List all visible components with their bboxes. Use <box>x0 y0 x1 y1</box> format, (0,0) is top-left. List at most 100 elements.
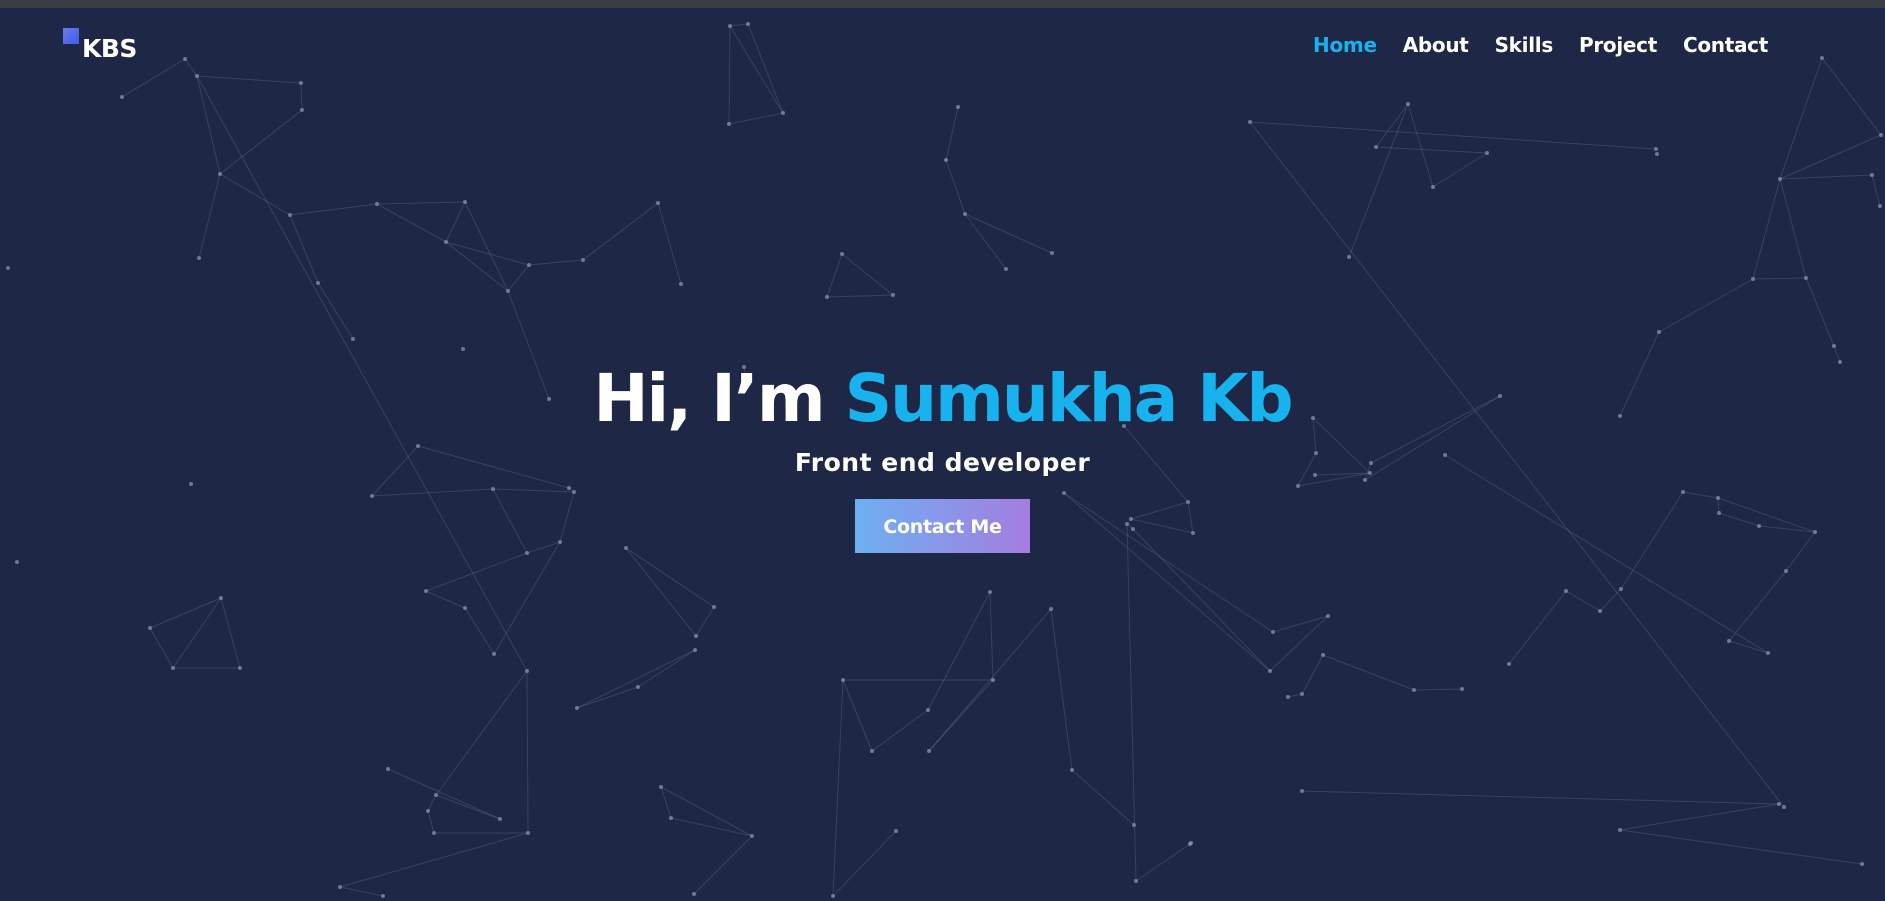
network-dot <box>991 678 995 682</box>
network-dot <box>963 212 967 216</box>
network-line <box>964 213 1007 270</box>
nav-link-project[interactable]: Project <box>1579 33 1657 57</box>
network-dot <box>1132 823 1136 827</box>
network-line <box>1301 790 1780 805</box>
network-dot <box>1804 276 1808 280</box>
network-dot <box>218 172 222 176</box>
network-dot <box>1049 607 1053 611</box>
network-dot <box>727 122 731 126</box>
network-line <box>300 82 303 111</box>
network-line <box>1833 345 1841 363</box>
network-line <box>582 202 659 261</box>
network-line <box>1322 654 1415 691</box>
hero-name: Sumukha Kb <box>844 360 1294 437</box>
nav-link-skills[interactable]: Skills <box>1495 33 1554 57</box>
network-dot <box>6 266 10 270</box>
network-line <box>445 201 466 243</box>
network-dot <box>870 749 874 753</box>
network-line <box>576 649 696 709</box>
network-line <box>317 282 354 340</box>
network-dot <box>1782 805 1786 809</box>
network-dot <box>1347 255 1351 259</box>
network-dot <box>1727 639 1731 643</box>
network-line <box>729 25 784 114</box>
nav-link-home[interactable]: Home <box>1313 33 1377 57</box>
brand-logo[interactable]: KBS <box>63 20 137 63</box>
network-dot <box>1431 185 1435 189</box>
network-line <box>832 830 897 897</box>
contact-me-button[interactable]: Contact Me <box>855 498 1030 553</box>
network-line <box>425 552 528 592</box>
network-dot <box>381 894 385 898</box>
network-line <box>198 173 221 259</box>
network-dot <box>1004 267 1008 271</box>
network-line <box>1728 640 1769 654</box>
network-dot <box>148 626 152 630</box>
network-dot <box>525 669 529 673</box>
network-line <box>1752 178 1781 280</box>
network-dot <box>944 158 948 162</box>
network-dot <box>15 560 19 564</box>
network-dot <box>183 57 187 61</box>
network-dot <box>434 793 438 797</box>
network-dot <box>679 282 683 286</box>
network-line <box>445 241 530 266</box>
network-line <box>184 58 198 77</box>
network-dot <box>1485 151 1489 155</box>
network-dot <box>1832 344 1836 348</box>
network-line <box>1871 174 1881 207</box>
network-dot <box>1860 862 1864 866</box>
network-line <box>493 541 561 655</box>
network-line <box>1599 588 1622 612</box>
network-dot <box>746 22 750 26</box>
network-dot <box>1188 842 1192 846</box>
network-line <box>945 106 959 161</box>
network-line <box>826 294 894 298</box>
network-line <box>121 58 186 98</box>
network-dot <box>1412 688 1416 692</box>
network-line <box>507 264 530 292</box>
network-line <box>376 203 447 243</box>
network-dot <box>351 337 355 341</box>
network-line <box>1432 152 1488 188</box>
network-dot <box>527 263 531 267</box>
network-line <box>219 109 303 175</box>
network-dot <box>926 708 930 712</box>
network-dot <box>1507 662 1511 666</box>
network-line <box>1135 843 1191 882</box>
network-dot <box>1374 145 1378 149</box>
network-line <box>657 202 682 285</box>
network-dot <box>1657 330 1661 334</box>
network-line <box>695 606 715 637</box>
network-line <box>220 597 241 669</box>
network-dot <box>988 590 992 594</box>
hero-subtitle: Front end developer <box>794 447 1091 477</box>
network-dot <box>1248 120 1252 124</box>
network-dot <box>927 749 931 753</box>
network-line <box>927 591 991 711</box>
network-dot <box>316 281 320 285</box>
network-line <box>1050 608 1073 771</box>
network-line <box>1301 654 1324 695</box>
network-line <box>1779 174 1873 180</box>
network-dot <box>1134 879 1138 883</box>
network-line <box>1508 590 1567 665</box>
network-line <box>464 607 495 655</box>
network-dot <box>375 202 379 206</box>
nav-link-contact[interactable]: Contact <box>1683 33 1768 57</box>
network-dot <box>1460 687 1464 691</box>
network-line <box>1779 134 1882 180</box>
network-line <box>832 679 844 897</box>
network-dot <box>956 105 960 109</box>
network-line <box>729 23 749 27</box>
network-dot <box>891 293 895 297</box>
nav-link-about[interactable]: About <box>1403 33 1469 57</box>
network-dot <box>669 816 673 820</box>
network-line <box>196 75 302 84</box>
network-line <box>841 253 894 296</box>
network-line <box>1619 803 1780 831</box>
network-dot <box>444 240 448 244</box>
network-dot <box>1050 251 1054 255</box>
network-dot <box>426 809 430 813</box>
browser-top-bar <box>0 0 1885 8</box>
